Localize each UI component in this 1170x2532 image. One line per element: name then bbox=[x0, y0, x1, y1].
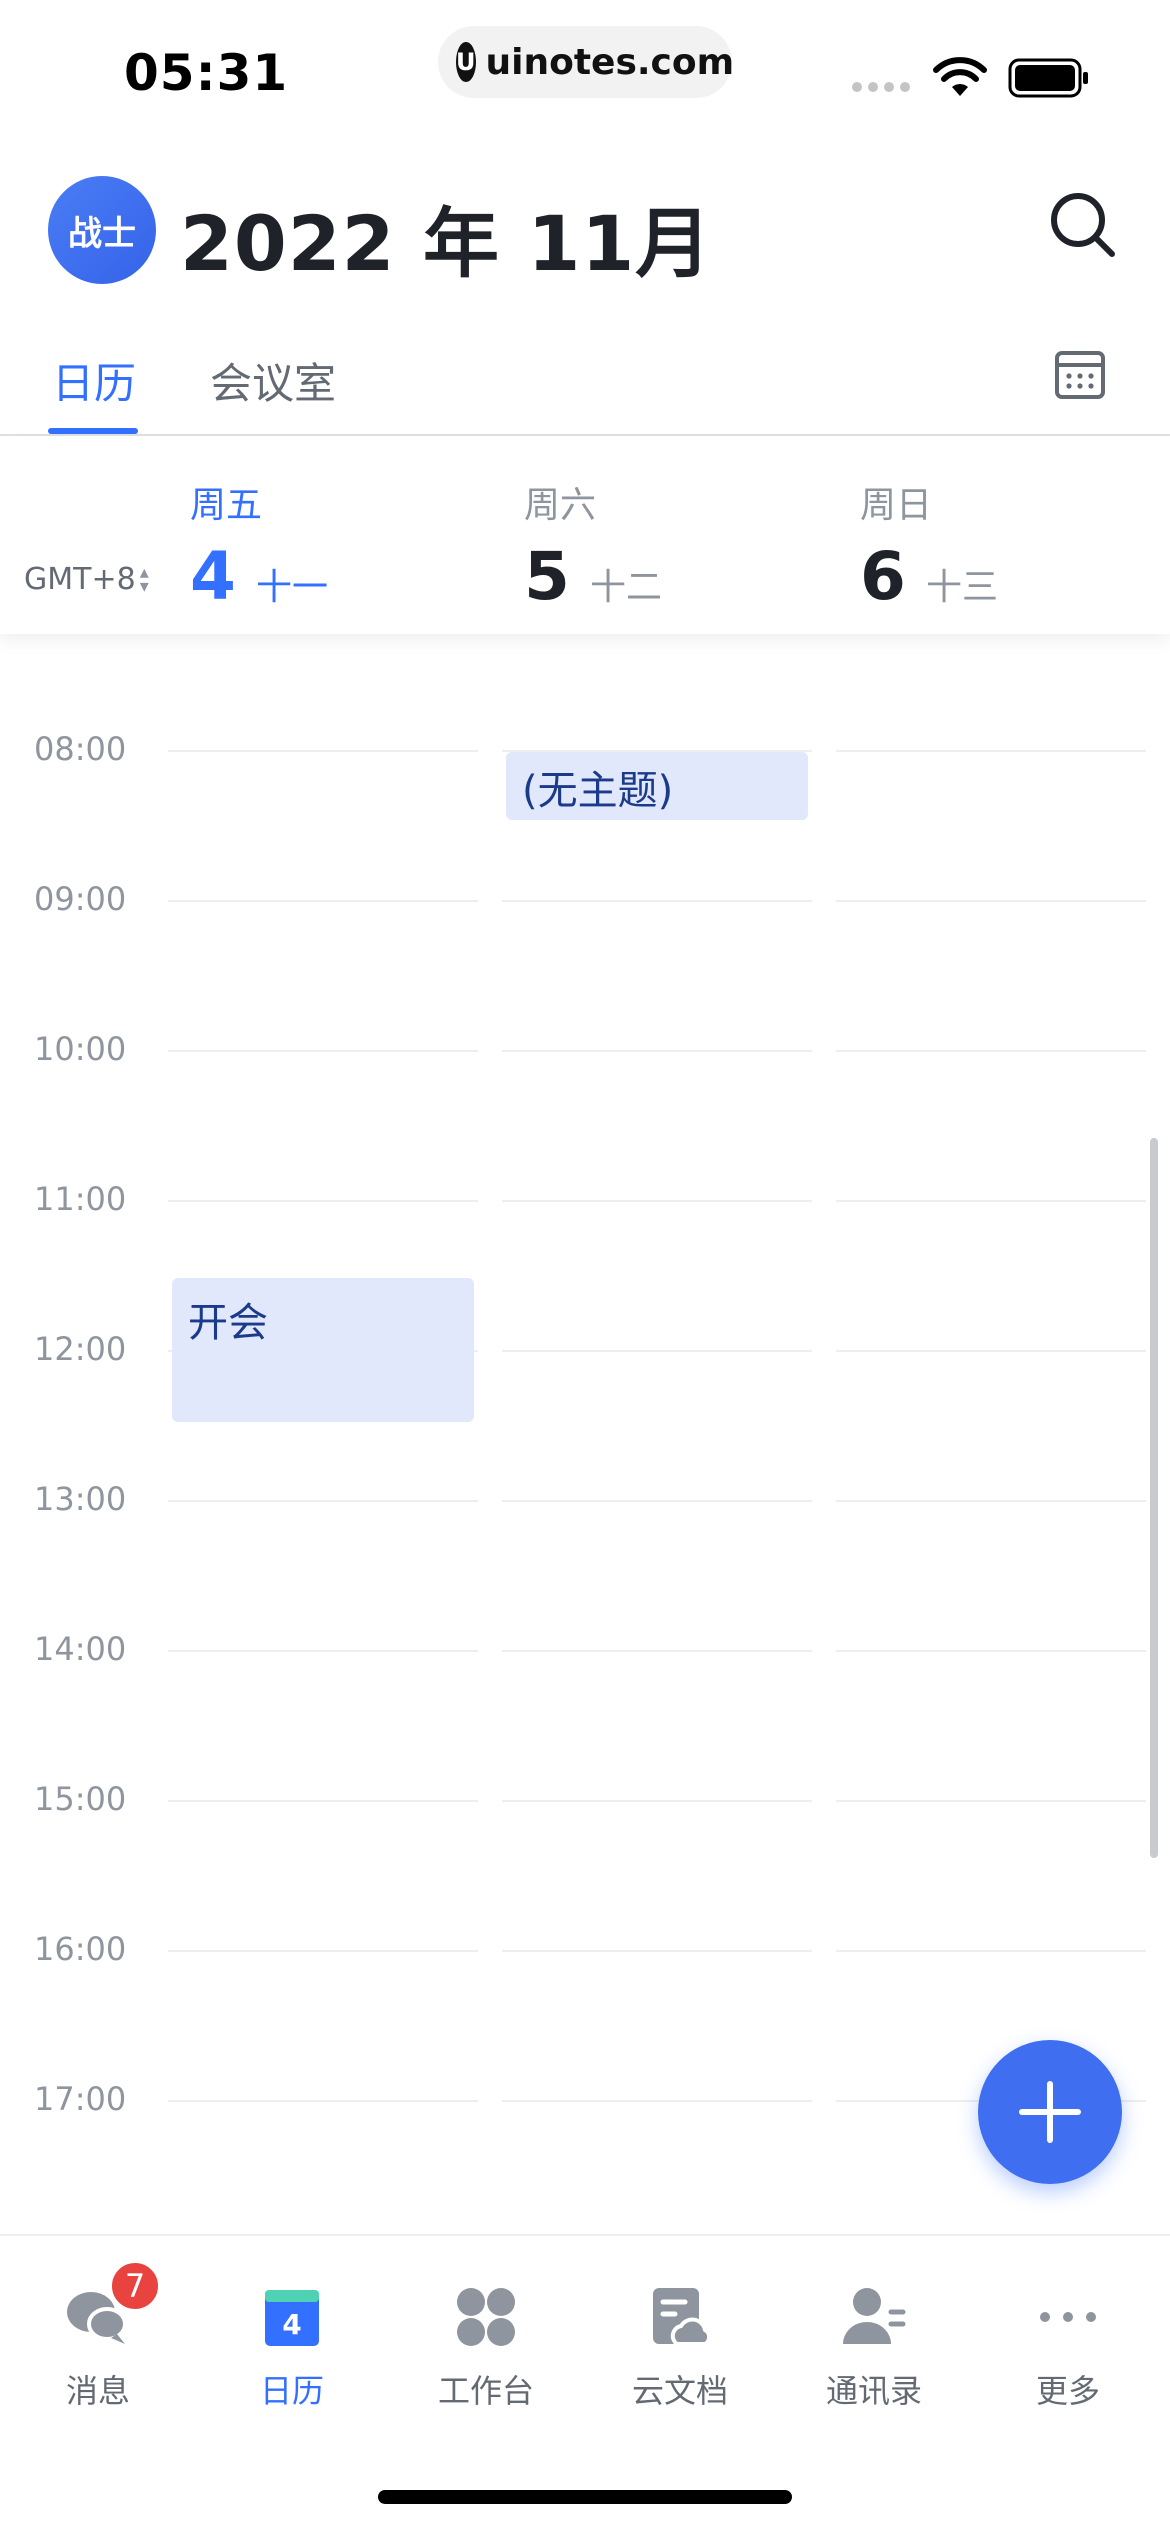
hour-gridline bbox=[836, 1950, 1146, 1952]
tab-active-indicator bbox=[48, 428, 138, 434]
event-block[interactable]: (无主题) bbox=[506, 752, 808, 820]
day-lunar: 十二 bbox=[589, 567, 662, 608]
day-weekday: 周日 bbox=[860, 485, 933, 526]
day-lunar: 十一 bbox=[255, 567, 328, 608]
more-icon bbox=[1040, 2312, 1096, 2322]
hour-label: 17:00 bbox=[34, 2080, 127, 2118]
day-number: 4 bbox=[190, 538, 236, 615]
hour-gridline bbox=[836, 750, 1146, 752]
home-indicator bbox=[378, 2490, 792, 2504]
hour-label: 11:00 bbox=[34, 1180, 127, 1218]
hour-gridline bbox=[836, 1800, 1146, 1802]
hour-gridline bbox=[836, 1350, 1146, 1352]
hour-label: 14:00 bbox=[34, 1630, 127, 1668]
hour-gridline bbox=[502, 1050, 812, 1052]
hour-gridline bbox=[168, 900, 478, 902]
cellular-signal-icon bbox=[852, 82, 910, 92]
hour-gridline bbox=[836, 1650, 1146, 1652]
day-column-header[interactable]: 周五 4 十一 bbox=[190, 476, 328, 615]
hour-gridline bbox=[168, 1950, 478, 1952]
timezone-label: GMT+8 bbox=[24, 562, 136, 597]
nav-label: 工作台 bbox=[437, 2372, 534, 2410]
site-logo-icon: U bbox=[456, 42, 476, 82]
hour-gridline bbox=[836, 900, 1146, 902]
hour-gridline bbox=[168, 1500, 478, 1502]
hour-gridline bbox=[168, 1800, 478, 1802]
nav-item-calendar[interactable]: 4 日历 bbox=[212, 2282, 372, 2412]
hour-gridline bbox=[168, 1650, 478, 1652]
day-number: 5 bbox=[524, 538, 570, 615]
scrollbar[interactable] bbox=[1150, 1138, 1158, 1858]
plus-icon bbox=[1019, 2081, 1081, 2143]
calendar-icon: 4 bbox=[265, 2290, 319, 2346]
day-column-header[interactable]: 周日 6 十三 bbox=[860, 476, 998, 615]
nav-item-contacts[interactable]: 通讯录 bbox=[794, 2282, 954, 2412]
hour-gridline bbox=[168, 2100, 478, 2102]
nav-item-cloud-docs[interactable]: 云文档 bbox=[600, 2282, 760, 2412]
time-grid[interactable]: 17:00 16:00 15:00 14:00 13:00 12:00 11:00 10:00… bbox=[0, 634, 1170, 2234]
hour-gridline bbox=[168, 1050, 478, 1052]
hour-gridline bbox=[836, 1200, 1146, 1202]
url-pill[interactable]: U uinotes.com bbox=[438, 26, 735, 98]
hour-gridline bbox=[836, 1050, 1146, 1052]
hour-gridline bbox=[502, 900, 812, 902]
status-time: 05:31 bbox=[124, 44, 289, 102]
status-bar: 05:31 U uinotes.com bbox=[0, 0, 1170, 140]
sort-arrows-icon: ▴ ▾ bbox=[139, 561, 149, 597]
hour-label: 13:00 bbox=[34, 1480, 127, 1518]
day-lunar: 十三 bbox=[925, 567, 998, 608]
month-title[interactable]: 2022 年 11月 bbox=[180, 182, 712, 292]
calendar-icon-number: 4 bbox=[282, 2308, 301, 2341]
hour-label: 08:00 bbox=[34, 730, 127, 768]
hour-gridline bbox=[502, 1500, 812, 1502]
hour-label: 09:00 bbox=[34, 880, 127, 918]
tab-meeting-room[interactable]: 会议室 bbox=[210, 350, 336, 411]
cloud-doc-icon bbox=[653, 2288, 712, 2346]
day-weekday: 周六 bbox=[524, 485, 597, 526]
avatar[interactable]: 战士 bbox=[48, 176, 156, 284]
tab-bar: 日历 会议室 bbox=[0, 340, 1170, 436]
hour-gridline bbox=[168, 750, 478, 752]
hour-gridline bbox=[502, 1650, 812, 1652]
timezone-selector[interactable]: GMT+8 ▴ ▾ bbox=[24, 562, 149, 597]
wifi-icon bbox=[933, 57, 987, 96]
nav-item-workbench[interactable]: 工作台 bbox=[406, 2282, 566, 2412]
battery-icon bbox=[1008, 58, 1088, 98]
search-icon[interactable] bbox=[1048, 190, 1118, 260]
nav-label: 日历 bbox=[259, 2372, 324, 2410]
nav-item-messages[interactable]: 7 消息 bbox=[18, 2260, 178, 2412]
hour-label: 10:00 bbox=[34, 1030, 127, 1068]
day-column-header[interactable]: 周六 5 十二 bbox=[524, 476, 662, 615]
hour-label: 16:00 bbox=[34, 1930, 127, 1968]
nav-label: 消息 bbox=[65, 2372, 130, 2410]
calendar-header: 战士 2022 年 11月 bbox=[0, 170, 1170, 290]
tab-calendar[interactable]: 日历 bbox=[52, 350, 136, 411]
nav-label: 通讯录 bbox=[825, 2372, 922, 2410]
hour-gridline bbox=[502, 1200, 812, 1202]
event-block[interactable]: 开会 bbox=[172, 1278, 474, 1422]
hour-gridline bbox=[836, 1500, 1146, 1502]
url-text: uinotes.com bbox=[485, 41, 735, 83]
workbench-icon bbox=[457, 2288, 515, 2346]
hour-gridline bbox=[168, 1200, 478, 1202]
hour-gridline bbox=[502, 2100, 812, 2102]
hour-gridline bbox=[502, 1800, 812, 1802]
bottom-nav: 7 消息 4 日历 工作台 云文档 通讯录 更多 bbox=[0, 2234, 1170, 2532]
day-weekday: 周五 bbox=[190, 485, 263, 526]
hour-gridline bbox=[502, 1950, 812, 1952]
nav-item-more[interactable]: 更多 bbox=[988, 2282, 1148, 2412]
day-header: GMT+8 ▴ ▾ 周五 4 十一 周六 5 十二 周日 6 十三 bbox=[0, 436, 1170, 634]
hour-label: 12:00 bbox=[34, 1330, 127, 1368]
nav-label: 云文档 bbox=[631, 2372, 728, 2410]
add-event-button[interactable] bbox=[978, 2040, 1122, 2184]
unread-badge: 7 bbox=[109, 2260, 161, 2312]
hour-label: 15:00 bbox=[34, 1780, 127, 1818]
day-number: 6 bbox=[860, 538, 906, 615]
contacts-icon bbox=[843, 2288, 906, 2344]
calendar-view-icon[interactable] bbox=[1054, 348, 1106, 400]
hour-gridline bbox=[502, 1350, 812, 1352]
nav-label: 更多 bbox=[1035, 2372, 1100, 2410]
